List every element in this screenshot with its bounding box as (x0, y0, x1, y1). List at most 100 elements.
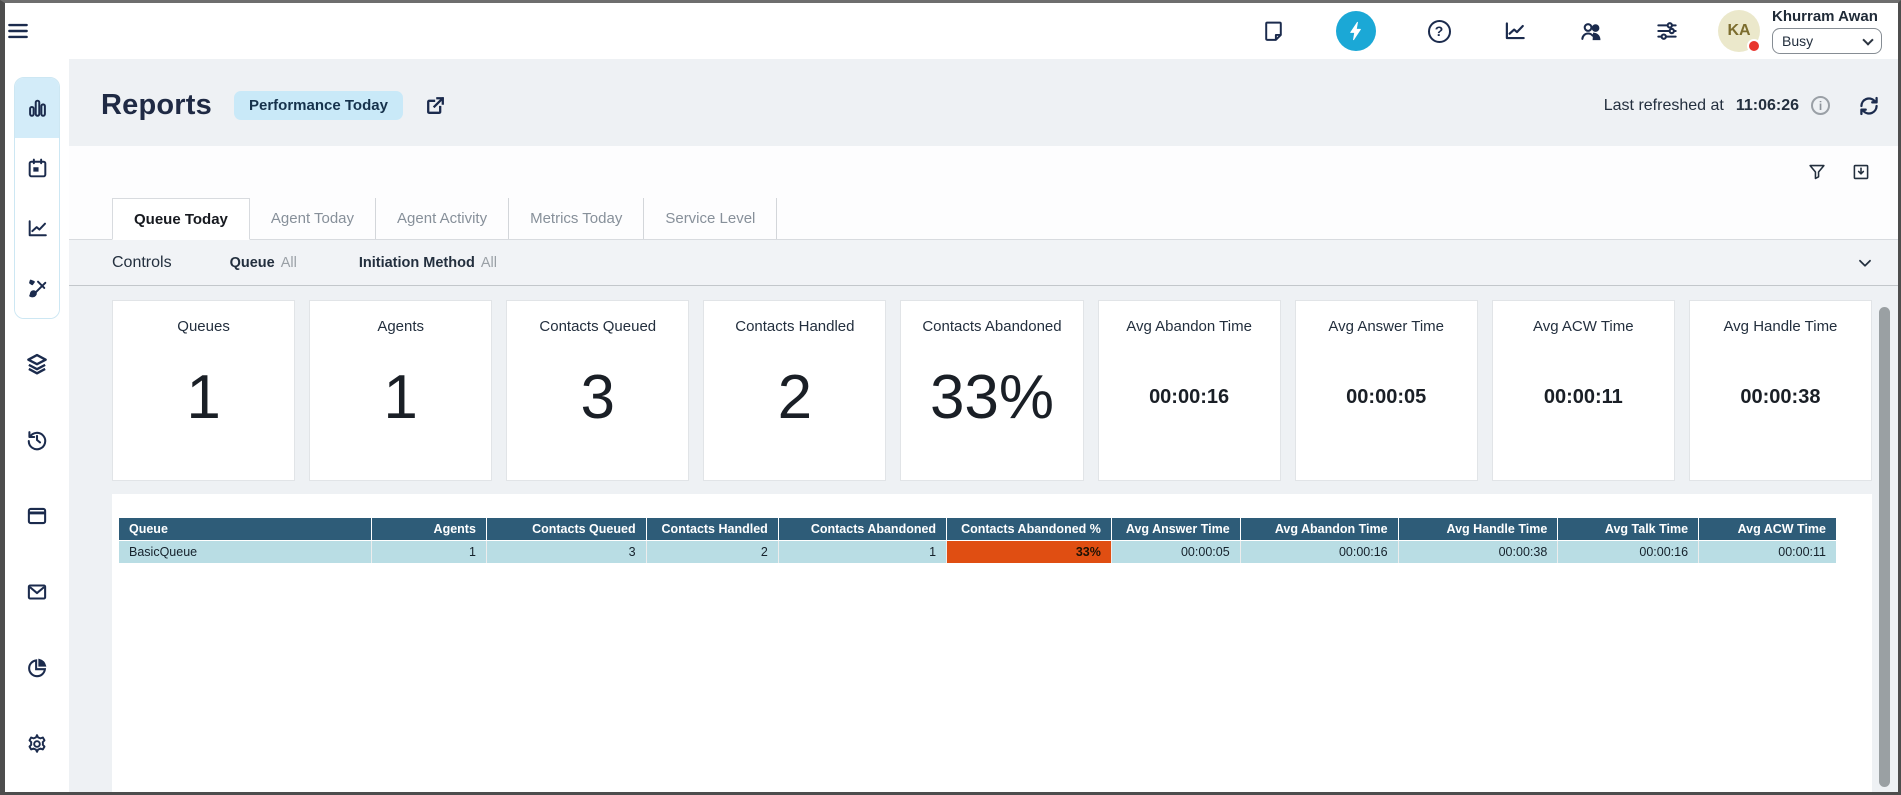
utility-row (69, 146, 1898, 198)
column-header-avg-handle-time[interactable]: Avg Handle Time (1398, 518, 1558, 541)
sidebar-item-customize[interactable] (15, 258, 59, 318)
column-header-queue[interactable]: Queue (119, 518, 371, 541)
summary-card-avg-acw-time: Avg ACW Time00:00:11 (1492, 300, 1675, 481)
sidebar-item-schedule[interactable] (15, 138, 59, 198)
sidebar-item-mail[interactable] (24, 579, 50, 605)
status-dot (1747, 39, 1761, 53)
card-value: 1 (310, 325, 491, 470)
help-icon[interactable] (1426, 18, 1452, 44)
cell-avg-answer-time: 00:00:05 (1111, 541, 1240, 564)
refresh-icon[interactable] (1856, 93, 1882, 119)
column-header-avg-abandon-time[interactable]: Avg Abandon Time (1240, 518, 1398, 541)
mail-icon (24, 579, 50, 605)
column-header-agents[interactable]: Agents (371, 518, 486, 541)
summary-card-contacts-handled: Contacts Handled2 (703, 300, 886, 481)
history-icon (24, 427, 50, 453)
layers-icon (24, 351, 50, 377)
tab-metrics-today[interactable]: Metrics Today (509, 198, 644, 239)
sidebar (5, 59, 69, 792)
cell-contacts-handled: 2 (646, 541, 778, 564)
table-row-basicqueue: BasicQueue132133%00:00:0500:00:1600:00:3… (119, 541, 1836, 564)
card-value: 00:00:16 (1099, 325, 1280, 470)
filter-initiation-method[interactable]: Initiation MethodAll (359, 255, 497, 271)
sidebar-report-group (14, 77, 60, 319)
info-icon[interactable] (1811, 96, 1830, 115)
settings-sliders-icon[interactable] (1654, 18, 1680, 44)
summary-card-agents: Agents1 (309, 300, 492, 481)
report-panel: Queue TodayAgent TodayAgent ActivityMetr… (69, 146, 1898, 240)
sidebar-item-history[interactable] (24, 427, 50, 453)
controls-row: Controls QueueAllInitiation MethodAll (69, 240, 1898, 286)
line-chart-icon (25, 216, 50, 241)
cell-agents: 1 (371, 541, 486, 564)
settings-gear-icon (24, 731, 50, 757)
column-header-avg-acw-time[interactable]: Avg ACW Time (1699, 518, 1836, 541)
report-tabs: Queue TodayAgent TodayAgent ActivityMetr… (69, 198, 1898, 240)
vertical-scrollbar[interactable] (1879, 307, 1890, 787)
report-badge: Performance Today (234, 91, 403, 120)
sidebar-item-settings[interactable] (24, 731, 50, 757)
dashboard-content: Queues1Agents1Contacts Queued3Contacts H… (69, 286, 1898, 792)
sidebar-item-metrics[interactable] (15, 198, 59, 258)
last-refreshed-label: Last refreshed at (1604, 97, 1724, 115)
customize-icon (25, 276, 50, 301)
last-refreshed-time: 11:06:26 (1736, 97, 1799, 115)
tab-agent-today[interactable]: Agent Today (250, 198, 376, 239)
column-header-contacts-abandoned[interactable]: Contacts Abandoned % (947, 518, 1112, 541)
controls-collapse-chevron-icon[interactable] (1854, 252, 1876, 274)
card-value: 00:00:38 (1690, 325, 1871, 470)
cell-contacts-queued: 3 (486, 541, 646, 564)
card-value: 00:00:05 (1296, 325, 1477, 470)
card-value: 1 (113, 325, 294, 470)
window-icon (24, 503, 50, 529)
cell-avg-talk-time: 00:00:16 (1558, 541, 1699, 564)
filter-name: Queue (230, 255, 275, 271)
cell-avg-acw-time: 00:00:11 (1699, 541, 1836, 564)
question-mark-glyph (1428, 20, 1451, 43)
tab-agent-activity[interactable]: Agent Activity (376, 198, 509, 239)
calendar-icon (25, 156, 50, 181)
column-header-avg-answer-time[interactable]: Avg Answer Time (1111, 518, 1240, 541)
cell-contacts-abandoned: 33% (947, 541, 1112, 564)
sidebar-item-dashboard[interactable] (15, 78, 59, 138)
column-header-avg-talk-time[interactable]: Avg Talk Time (1558, 518, 1699, 541)
queue-table-container: QueueAgentsContacts QueuedContacts Handl… (112, 494, 1872, 792)
filter-name: Initiation Method (359, 255, 475, 271)
card-value: 2 (704, 325, 885, 470)
metrics-icon[interactable] (1502, 18, 1528, 44)
quick-connect-bolt-icon[interactable] (1336, 11, 1376, 51)
sidebar-item-windows[interactable] (24, 503, 50, 529)
tab-queue-today[interactable]: Queue Today (112, 198, 250, 240)
sidebar-item-flows[interactable] (24, 351, 50, 377)
column-header-contacts-abandoned[interactable]: Contacts Abandoned (778, 518, 946, 541)
avatar[interactable]: KA (1718, 10, 1760, 52)
status-select[interactable]: Busy (1772, 28, 1882, 54)
users-icon[interactable] (1578, 18, 1604, 44)
tab-service-level[interactable]: Service Level (644, 198, 777, 239)
menu-icon[interactable] (5, 18, 31, 44)
summary-card-avg-abandon-time: Avg Abandon Time00:00:16 (1098, 300, 1281, 481)
filter-icon[interactable] (1804, 159, 1830, 185)
last-refreshed: Last refreshed at 11:06:26 (1604, 93, 1882, 119)
filter-queue[interactable]: QueueAll (230, 255, 297, 271)
cell-contacts-abandoned: 1 (778, 541, 946, 564)
note-icon[interactable] (1260, 18, 1286, 44)
external-link-icon[interactable] (423, 93, 449, 119)
column-header-contacts-queued[interactable]: Contacts Queued (486, 518, 646, 541)
sidebar-item-reports-pie[interactable] (24, 655, 50, 681)
column-header-contacts-handled[interactable]: Contacts Handled (646, 518, 778, 541)
summary-card-avg-answer-time: Avg Answer Time00:00:05 (1295, 300, 1478, 481)
cell-avg-handle-time: 00:00:38 (1398, 541, 1558, 564)
download-icon[interactable] (1848, 159, 1874, 185)
cell-queue: BasicQueue (119, 541, 371, 564)
queue-table: QueueAgentsContacts QueuedContacts Handl… (119, 518, 1836, 563)
app-window: KA Khurram Awan Busy (0, 0, 1901, 795)
page-title: Reports (101, 89, 212, 122)
summary-cards: Queues1Agents1Contacts Queued3Contacts H… (112, 300, 1872, 481)
queue-table-header-row: QueueAgentsContacts QueuedContacts Handl… (119, 518, 1836, 541)
card-value: 33% (901, 325, 1082, 470)
card-value: 3 (507, 325, 688, 470)
topbar: KA Khurram Awan Busy (5, 3, 1898, 59)
summary-card-queues: Queues1 (112, 300, 295, 481)
user-name: Khurram Awan (1772, 8, 1882, 25)
